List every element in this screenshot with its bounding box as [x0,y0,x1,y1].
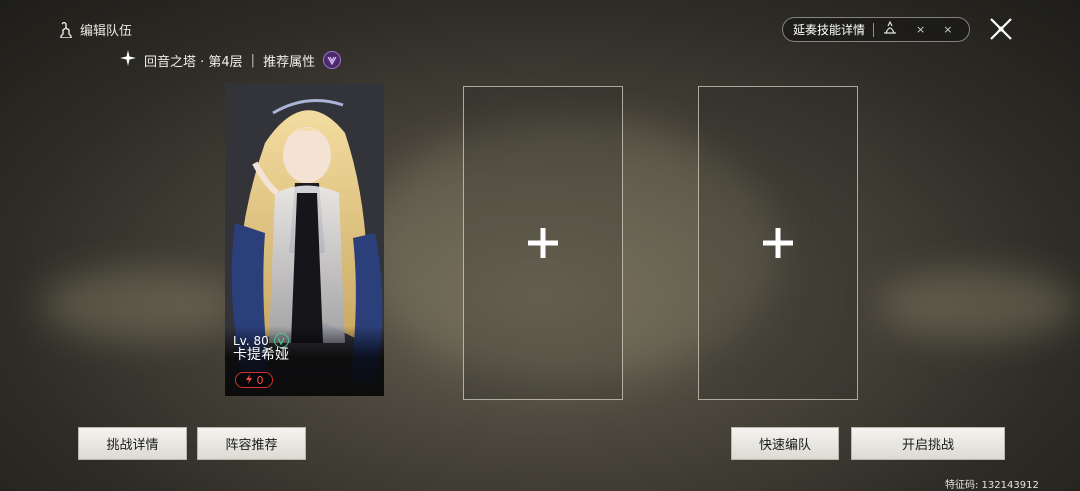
stage-name: 回音之塔 · 第4层 [144,54,243,70]
skill-detail-label: 延奏技能详情 [793,23,866,37]
skill-slot-empty-1: × [916,23,926,36]
skill-slot-empty-2: × [943,23,953,36]
stage-divider: | [250,52,256,68]
character-slot-1[interactable]: Lv. 80 卡提希娅 0 [225,83,384,396]
sparkle-icon [120,50,136,70]
character-slot-2[interactable] [463,86,623,400]
add-character-icon [528,228,558,258]
character-name: 卡提希娅 [233,347,289,363]
pill-separator [873,22,875,37]
lightning-icon [245,373,253,387]
energy-badge: 0 [235,372,273,388]
add-character-icon [763,228,793,258]
page-title: 编辑队伍 [80,24,133,39]
team-edit-header: 编辑队伍 [58,20,132,39]
recommend-attr-label: 推荐属性 [263,54,316,70]
background-glow [40,270,240,340]
recommended-attribute-icon[interactable] [323,51,342,69]
background-glow [880,270,1080,340]
quick-team-button[interactable]: 快速编队 [731,427,839,460]
team-icon [58,21,74,38]
outro-skill-details-button[interactable]: 延奏技能详情 × × [782,17,970,42]
skill-emblem-icon [882,20,898,38]
stage-info: 回音之塔 · 第4层 | 推荐属性 [120,50,342,70]
feature-code: 特征码: 132143912 [945,480,1039,491]
challenge-details-button[interactable]: 挑战详情 [78,427,187,460]
character-slot-3[interactable] [698,86,858,400]
close-icon[interactable] [988,16,1014,42]
start-challenge-button[interactable]: 开启挑战 [851,427,1005,460]
lineup-recommend-button[interactable]: 阵容推荐 [197,427,306,460]
energy-value: 0 [256,373,264,387]
